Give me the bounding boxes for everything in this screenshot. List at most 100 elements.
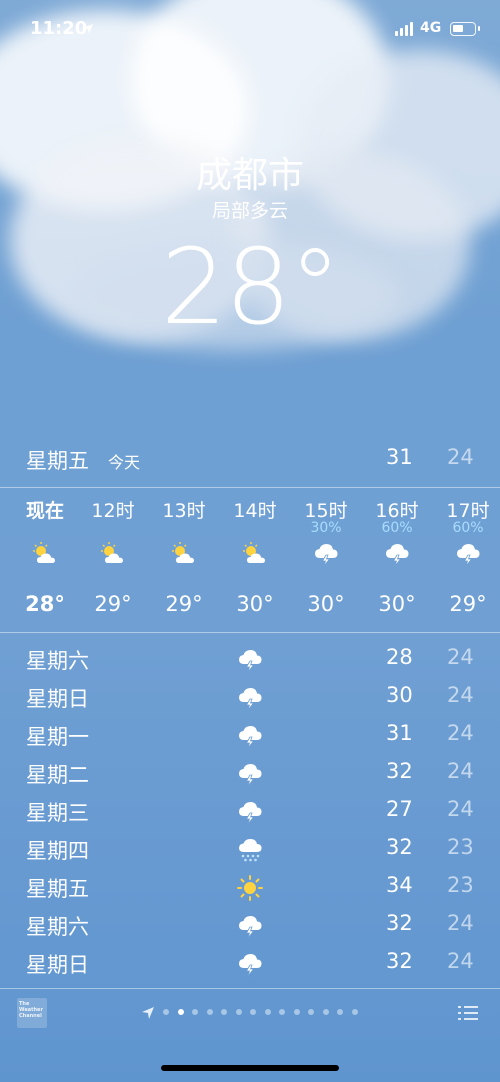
current-location-icon[interactable] <box>141 1005 155 1019</box>
hourly-item: 13时 29° <box>149 496 219 616</box>
daily-forecast[interactable]: 星期六 28 24 星期日 30 24 星期一 31 24 星期二 32 24 … <box>0 640 500 982</box>
daily-row: 星期五 34 23 <box>0 868 500 906</box>
daily-row: 星期一 31 24 <box>0 716 500 754</box>
city-list-icon[interactable] <box>458 1005 478 1021</box>
hour-temp: 28° <box>25 592 65 616</box>
daily-row: 星期三 27 24 <box>0 792 500 830</box>
page-dot[interactable] <box>308 1009 314 1015</box>
page-dot[interactable] <box>279 1009 285 1015</box>
today-tag: 今天 <box>108 453 141 472</box>
day-high: 32 <box>386 759 413 783</box>
page-dot[interactable] <box>163 1009 169 1015</box>
hour-label: 15时 <box>304 500 348 522</box>
hour-label: 14时 <box>233 500 277 522</box>
page-dot[interactable] <box>192 1009 198 1015</box>
sun-icon <box>236 874 264 902</box>
partly-cloudy-sun-icon <box>99 540 127 568</box>
battery-icon <box>450 22 480 36</box>
thunderstorm-icon <box>312 540 340 568</box>
city-name: 成都市 <box>195 155 304 196</box>
day-low: 23 <box>447 835 474 859</box>
daily-row: 星期四 32 23 <box>0 830 500 868</box>
hour-temp: 29° <box>449 592 487 616</box>
page-dot[interactable] <box>177 1009 184 1015</box>
hour-label: 17时 <box>446 500 490 522</box>
hour-label: 13时 <box>162 500 206 522</box>
partly-cloudy-sun-icon <box>31 540 59 568</box>
hourly-item: 14时 30° <box>220 496 290 616</box>
page-dot[interactable] <box>293 1009 300 1015</box>
page-dot[interactable] <box>322 1009 329 1015</box>
hourly-item: 17时 60% 29° <box>433 496 500 616</box>
day-name: 星期六 <box>26 649 89 673</box>
daily-row: 星期六 28 24 <box>0 640 500 678</box>
daily-row: 星期二 32 24 <box>0 754 500 792</box>
page-dot[interactable] <box>250 1009 256 1015</box>
partly-cloudy-sun-icon <box>170 540 198 568</box>
day-name: 星期三 <box>26 801 89 825</box>
page-dot[interactable] <box>337 1009 343 1015</box>
day-low: 24 <box>447 797 474 821</box>
thunderstorm-icon <box>236 684 264 712</box>
home-indicator[interactable] <box>161 1065 339 1071</box>
day-low: 24 <box>447 683 474 707</box>
hour-temp: 29° <box>165 592 203 616</box>
hourly-forecast[interactable]: 现在 28° 12时 29° 13时 29° 14时 30° 15时 30% 3… <box>0 496 500 626</box>
day-name: 星期五 <box>26 877 89 901</box>
day-name: 星期日 <box>26 687 89 711</box>
day-low: 24 <box>447 721 474 745</box>
weather-condition: 局部多云 <box>211 200 288 222</box>
weather-channel-logo[interactable]: The Weather Channel <box>17 998 47 1028</box>
day-high: 32 <box>386 911 413 935</box>
precip-probability <box>78 520 148 538</box>
hour-temp: 30° <box>236 592 274 616</box>
page-dot[interactable] <box>351 1009 358 1015</box>
hour-label: 16时 <box>375 500 419 522</box>
page-dot[interactable] <box>235 1009 242 1015</box>
day-high: 32 <box>386 949 413 973</box>
hourly-item: 16时 60% 30° <box>362 496 432 616</box>
today-summary: 星期五 今天 31 24 <box>0 445 500 475</box>
page-dot[interactable] <box>206 1009 213 1015</box>
hour-temp: 30° <box>378 592 416 616</box>
hour-temp: 30° <box>307 592 345 616</box>
today-high: 31 <box>386 445 413 469</box>
thunderstorm-icon <box>236 722 264 750</box>
day-high: 32 <box>386 835 413 859</box>
partly-cloudy-sun-icon <box>241 540 269 568</box>
network-type: 4G <box>420 20 442 36</box>
day-name: 星期六 <box>26 915 89 939</box>
divider <box>0 988 500 989</box>
precip-probability <box>220 520 290 538</box>
divider <box>0 632 500 633</box>
day-name: 星期日 <box>26 953 89 977</box>
daily-row: 星期日 32 24 <box>0 944 500 982</box>
day-name: 星期四 <box>26 839 89 863</box>
page-dot[interactable] <box>264 1009 271 1015</box>
day-high: 34 <box>386 873 413 897</box>
hourly-item: 现在 28° <box>10 496 80 616</box>
signal-icon <box>395 22 415 36</box>
thunderstorm-icon <box>383 540 411 568</box>
day-low: 24 <box>447 759 474 783</box>
day-high: 27 <box>386 797 413 821</box>
day-low: 24 <box>447 949 474 973</box>
page-dot[interactable] <box>221 1009 227 1015</box>
day-name: 星期二 <box>26 763 89 787</box>
thunderstorm-icon <box>236 760 264 788</box>
precip-probability: 60% <box>452 520 484 536</box>
rain-icon <box>236 836 264 864</box>
hour-temp: 29° <box>94 592 132 616</box>
day-high: 28 <box>386 645 413 669</box>
status-bar: 11:20 4G <box>0 18 500 44</box>
logo-text: The Weather Channel <box>19 1001 43 1019</box>
today-low: 24 <box>447 445 474 469</box>
day-high: 31 <box>386 721 413 745</box>
day-name: 星期一 <box>26 725 89 749</box>
day-low: 24 <box>447 645 474 669</box>
hourly-item: 15时 30% 30° <box>291 496 361 616</box>
location-services-icon <box>82 20 94 39</box>
day-low: 24 <box>447 911 474 935</box>
thunderstorm-icon <box>454 540 482 568</box>
current-temperature: 28° <box>160 226 341 348</box>
